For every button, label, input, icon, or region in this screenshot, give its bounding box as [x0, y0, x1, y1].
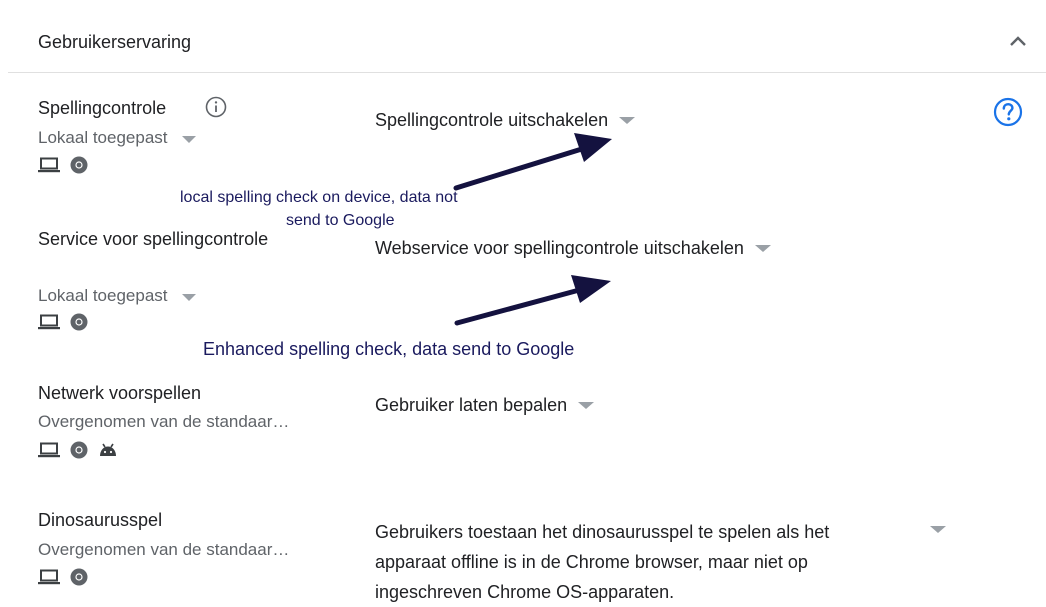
inherit-label: Overgenomen van de standaar… [38, 412, 290, 431]
inherit-label: Lokaal toegepast [38, 128, 168, 147]
inherit-dropdown[interactable]: Overgenomen van de standaar… [38, 539, 289, 561]
dinosaur-game-value-line: apparaat offline is in de Chrome browser… [375, 552, 808, 572]
laptop-icon [38, 569, 60, 585]
dinosaur-game-value-dropdown[interactable]: Gebruikers toestaan het dinosaurusspel t… [375, 517, 915, 607]
network-prediction-value: Gebruiker laten bepalen [375, 395, 568, 415]
inherit-dropdown[interactable]: Overgenomen van de standaar… [38, 411, 289, 433]
setting-name-dinosaur-game: Dinosaurusspel [38, 510, 163, 530]
chrome-icon [70, 313, 88, 331]
arrow-2 [454, 275, 611, 326]
caret-down-icon [619, 116, 636, 124]
chevron-up-icon[interactable] [1008, 34, 1028, 48]
laptop-icon [38, 314, 60, 330]
spellcheck-service-value: Webservice voor spellingcontrole uitscha… [375, 238, 744, 258]
laptop-icon [38, 442, 60, 458]
chrome-icon [70, 568, 88, 586]
chrome-icon [70, 156, 88, 174]
setting-name-spellcheck-service: Service voor spellingcontrole [38, 229, 269, 249]
inherit-label: Overgenomen van de standaar… [38, 540, 290, 559]
dinosaur-game-value-line: Gebruikers toestaan het dinosaurusspel t… [375, 522, 830, 542]
info-icon[interactable] [205, 96, 227, 118]
setting-name-network-prediction: Netwerk voorspellen [38, 383, 202, 403]
chrome-icon [70, 441, 88, 459]
annotation-local-spelling-cont: send to Google [286, 212, 395, 229]
platform-icons [38, 568, 88, 586]
caret-down-icon [754, 244, 771, 252]
help-icon[interactable] [993, 97, 1023, 127]
platform-icons [38, 156, 88, 174]
caret-down-icon [181, 135, 196, 143]
caret-down-icon[interactable] [930, 526, 946, 533]
inherit-dropdown[interactable]: Lokaal toegepast [38, 285, 196, 307]
platform-icons [38, 441, 118, 459]
annotation-local-spelling: local spelling check on device, data not [180, 189, 458, 206]
spellcheck-value-dropdown[interactable]: Spellingcontrole uitschakelen [375, 109, 636, 131]
spellcheck-value: Spellingcontrole uitschakelen [375, 110, 609, 130]
section-header[interactable]: Gebruikerservaring [8, 0, 1046, 73]
android-icon [100, 443, 116, 456]
caret-down-icon [578, 401, 595, 409]
section-title: Gebruikerservaring [38, 32, 192, 52]
laptop-icon [38, 157, 60, 173]
inherit-dropdown[interactable]: Lokaal toegepast [38, 127, 196, 149]
spellcheck-service-value-dropdown[interactable]: Webservice voor spellingcontrole uitscha… [375, 237, 771, 259]
annotation-enhanced-spelling: Enhanced spelling check, data send to Go… [203, 339, 575, 359]
network-prediction-value-dropdown[interactable]: Gebruiker laten bepalen [375, 394, 595, 416]
arrow-1 [453, 133, 612, 191]
inherit-label: Lokaal toegepast [38, 286, 168, 305]
platform-icons [38, 313, 88, 331]
caret-down-icon [181, 293, 196, 301]
setting-name-spellcheck: Spellingcontrole [38, 98, 167, 118]
